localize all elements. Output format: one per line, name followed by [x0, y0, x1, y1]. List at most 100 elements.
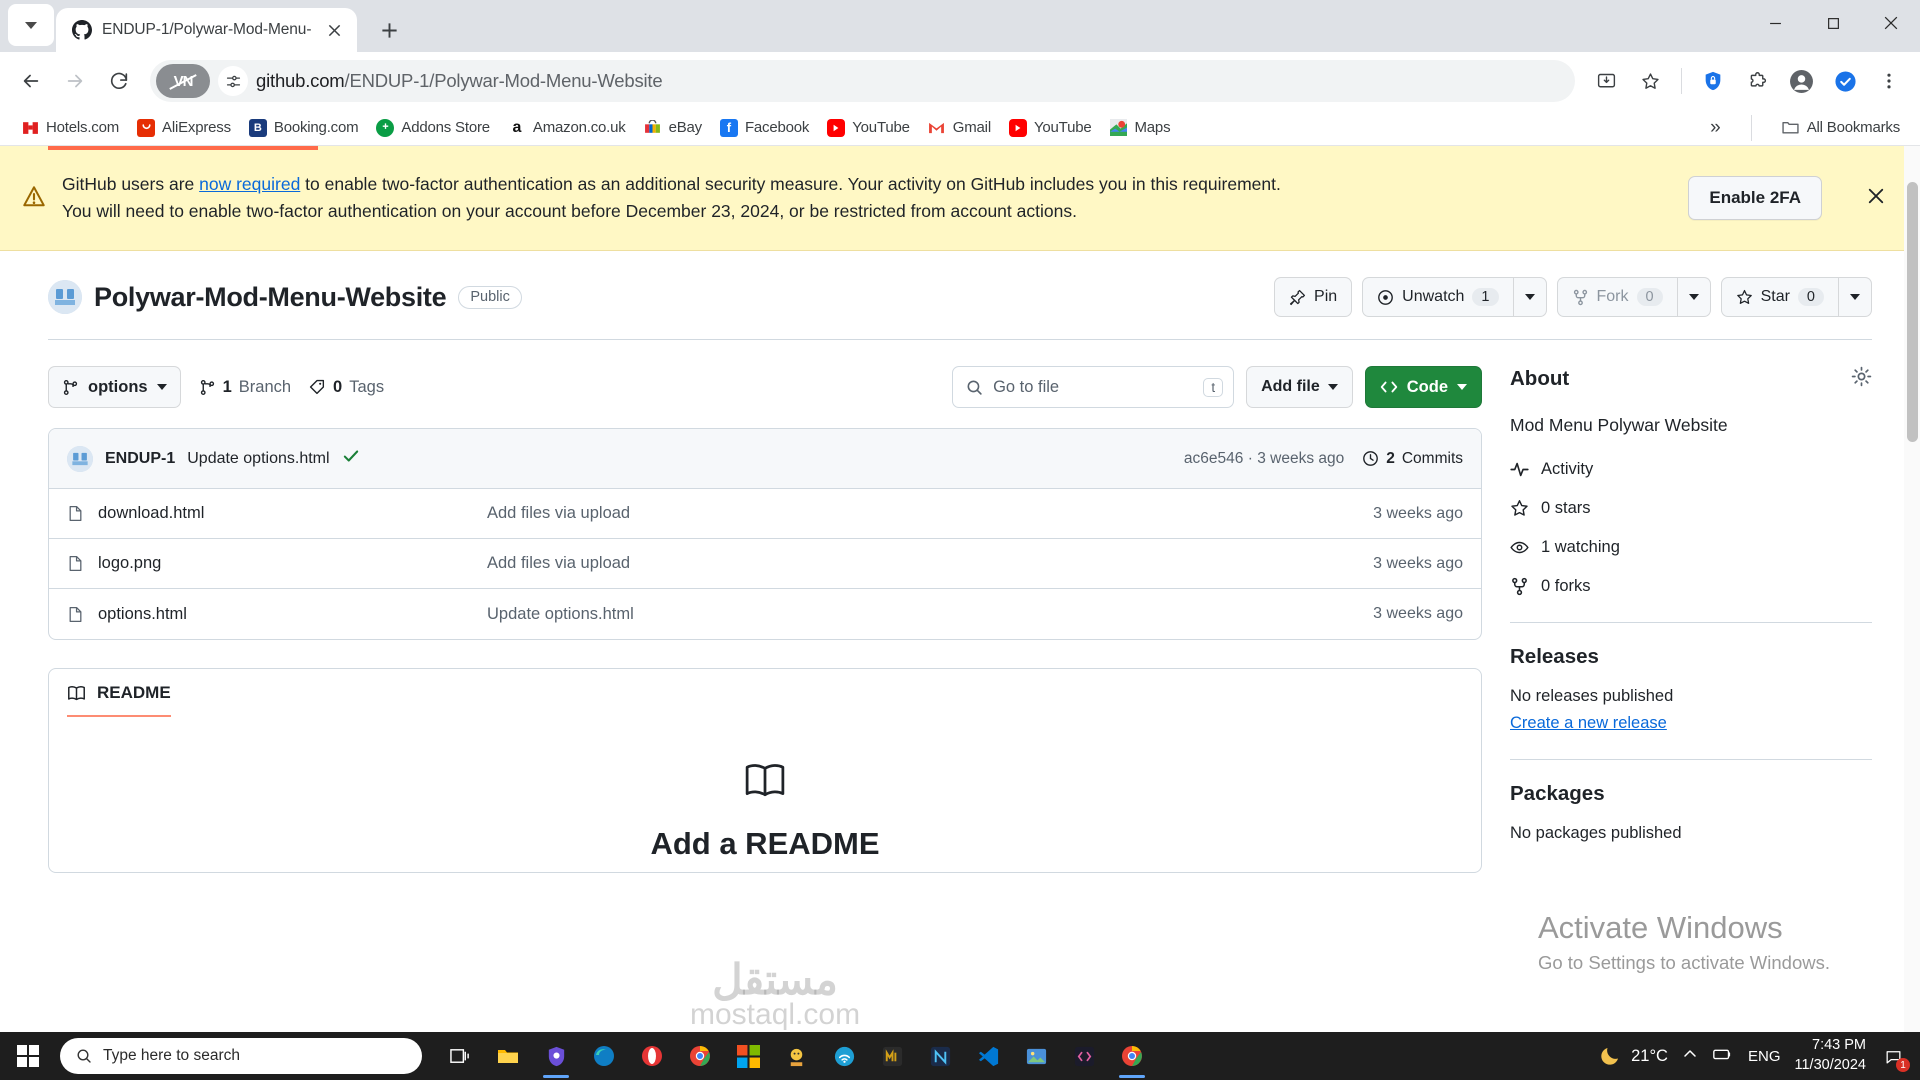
bookmark-addons-store[interactable]: Addons Store: [367, 115, 499, 141]
weather-widget[interactable]: 21°C: [1598, 1044, 1668, 1068]
extensions-icon[interactable]: [1736, 60, 1778, 102]
bookmark-maps[interactable]: Maps: [1101, 115, 1180, 141]
tab-search-button[interactable]: [8, 4, 54, 46]
file-name[interactable]: options.html: [98, 605, 187, 624]
tab-close-icon[interactable]: [321, 17, 347, 43]
chrome-menu-icon[interactable]: [1868, 60, 1910, 102]
site-settings-icon[interactable]: [218, 66, 248, 96]
bookmark-facebook[interactable]: f Facebook: [711, 115, 818, 141]
minimize-button[interactable]: [1746, 0, 1804, 46]
table-row[interactable]: options.html Update options.html 3 weeks…: [49, 589, 1481, 639]
store-icon[interactable]: [726, 1034, 770, 1078]
language-indicator[interactable]: ENG: [1748, 1048, 1781, 1065]
bookmark-aliexpress[interactable]: AliExpress: [128, 115, 240, 141]
commit-hash-and-age: ac6e546 · 3 weeks ago: [1184, 450, 1344, 468]
notification-center-icon[interactable]: 1: [1880, 1043, 1910, 1072]
star-dropdown-button[interactable]: [1838, 277, 1872, 317]
commits-history-link[interactable]: 2 Commits: [1362, 450, 1463, 468]
address-bar[interactable]: VN github.com/ENDUP-1/Polywar-Mod-Menu-W…: [150, 60, 1575, 102]
gear-icon[interactable]: [1851, 366, 1872, 392]
banner-close-icon[interactable]: [1860, 180, 1892, 217]
releases-empty-text: No releases published: [1510, 687, 1674, 706]
stars-link[interactable]: 0 stars: [1510, 499, 1872, 518]
forward-button[interactable]: [54, 60, 96, 102]
reload-button[interactable]: [98, 60, 140, 102]
scrollbar-thumb[interactable]: [1907, 182, 1918, 442]
file-commit-message[interactable]: Add files via upload: [487, 504, 1373, 523]
file-commit-message[interactable]: Update options.html: [487, 605, 1373, 624]
m-app-icon[interactable]: [870, 1034, 914, 1078]
n-app-icon[interactable]: [918, 1034, 962, 1078]
vscode-icon[interactable]: [966, 1034, 1010, 1078]
banner-text: GitHub users are now required to enable …: [62, 171, 1312, 225]
password-manager-icon[interactable]: [1692, 60, 1734, 102]
network-icon[interactable]: [1712, 1043, 1734, 1070]
maximize-button[interactable]: [1804, 0, 1862, 46]
unwatch-button[interactable]: Unwatch 1: [1362, 277, 1513, 317]
opera-icon[interactable]: [630, 1034, 674, 1078]
bookmark-star-icon[interactable]: [1629, 60, 1671, 102]
enable-2fa-button[interactable]: Enable 2FA: [1688, 176, 1822, 220]
file-name[interactable]: download.html: [98, 504, 204, 523]
fork-button[interactable]: Fork 0: [1556, 277, 1677, 317]
profile-avatar-icon[interactable]: [1780, 60, 1822, 102]
commit-author[interactable]: ENDUP-1: [105, 450, 175, 468]
tab-readme[interactable]: README: [67, 683, 171, 717]
photos-icon[interactable]: [1014, 1034, 1058, 1078]
go-to-file-input[interactable]: Go to file t: [952, 366, 1235, 408]
chrome-active-icon[interactable]: [1110, 1034, 1154, 1078]
vpn-icon[interactable]: VN: [156, 64, 210, 98]
close-window-button[interactable]: [1862, 0, 1920, 46]
edge-icon[interactable]: [582, 1034, 626, 1078]
file-explorer-icon[interactable]: [486, 1034, 530, 1078]
activity-link[interactable]: Activity: [1510, 460, 1872, 479]
releases-title: Releases: [1510, 645, 1599, 669]
table-row[interactable]: logo.png Add files via upload 3 weeks ag…: [49, 539, 1481, 589]
create-release-link[interactable]: Create a new release: [1510, 714, 1667, 733]
forks-link[interactable]: 0 forks: [1510, 577, 1872, 596]
table-row[interactable]: download.html Add files via upload 3 wee…: [49, 489, 1481, 539]
safety-check-icon[interactable]: [1824, 60, 1866, 102]
bookmark-gmail[interactable]: Gmail: [919, 115, 1000, 141]
fork-dropdown-button[interactable]: [1676, 277, 1711, 317]
commit-message[interactable]: Update options.html: [187, 450, 329, 468]
repo-name[interactable]: Polywar-Mod-Menu-Website: [94, 282, 447, 313]
branch-selector-button[interactable]: options: [48, 366, 181, 408]
clock-widget[interactable]: 7:43 PM 11/30/2024: [1795, 1036, 1867, 1075]
bookmark-youtube-1[interactable]: YouTube: [818, 115, 919, 141]
now-required-link[interactable]: now required: [199, 174, 300, 194]
task-view-icon[interactable]: [438, 1034, 482, 1078]
shield-app-icon[interactable]: [534, 1034, 578, 1078]
page-scrollbar[interactable]: [1904, 146, 1920, 1032]
code-button[interactable]: Code: [1364, 366, 1482, 408]
start-button[interactable]: [0, 1032, 56, 1080]
bookmark-ebay[interactable]: eBay: [635, 115, 711, 141]
all-bookmarks-button[interactable]: All Bookmarks: [1774, 115, 1908, 140]
new-tab-button[interactable]: [369, 10, 409, 50]
star-button[interactable]: Star 0: [1720, 277, 1838, 317]
code-editor-icon[interactable]: [1062, 1034, 1106, 1078]
tray-overflow-icon[interactable]: [1682, 1046, 1698, 1067]
watching-link[interactable]: 1 watching: [1510, 538, 1872, 557]
install-app-icon[interactable]: [1585, 60, 1627, 102]
bookmark-youtube-2[interactable]: YouTube: [1000, 115, 1101, 141]
back-button[interactable]: [10, 60, 52, 102]
file-commit-message[interactable]: Add files via upload: [487, 554, 1373, 573]
file-name[interactable]: logo.png: [98, 554, 161, 573]
wifi-app-icon[interactable]: [822, 1034, 866, 1078]
chrome-icon[interactable]: [678, 1034, 722, 1078]
bookmark-booking[interactable]: B Booking.com: [240, 115, 368, 141]
pin-button[interactable]: Pin: [1274, 277, 1353, 317]
bookmark-hotels[interactable]: Hotels.com: [12, 115, 128, 141]
watch-dropdown-button[interactable]: [1512, 277, 1547, 317]
bookmarks-overflow-button[interactable]: »: [1702, 117, 1729, 139]
add-file-button[interactable]: Add file: [1246, 366, 1353, 408]
taskbar-search-input[interactable]: Type here to search: [60, 1038, 422, 1074]
browser-tab[interactable]: ENDUP-1/Polywar-Mod-Menu-: [56, 8, 358, 52]
commit-status-check-icon[interactable]: [342, 447, 360, 470]
branch-count-link[interactable]: 1 Branch: [199, 378, 291, 397]
commit-hash[interactable]: ac6e546: [1184, 450, 1243, 467]
character-icon[interactable]: [774, 1034, 818, 1078]
tag-count-link[interactable]: 0 Tags: [309, 378, 384, 397]
bookmark-amazon[interactable]: a Amazon.co.uk: [499, 115, 635, 141]
